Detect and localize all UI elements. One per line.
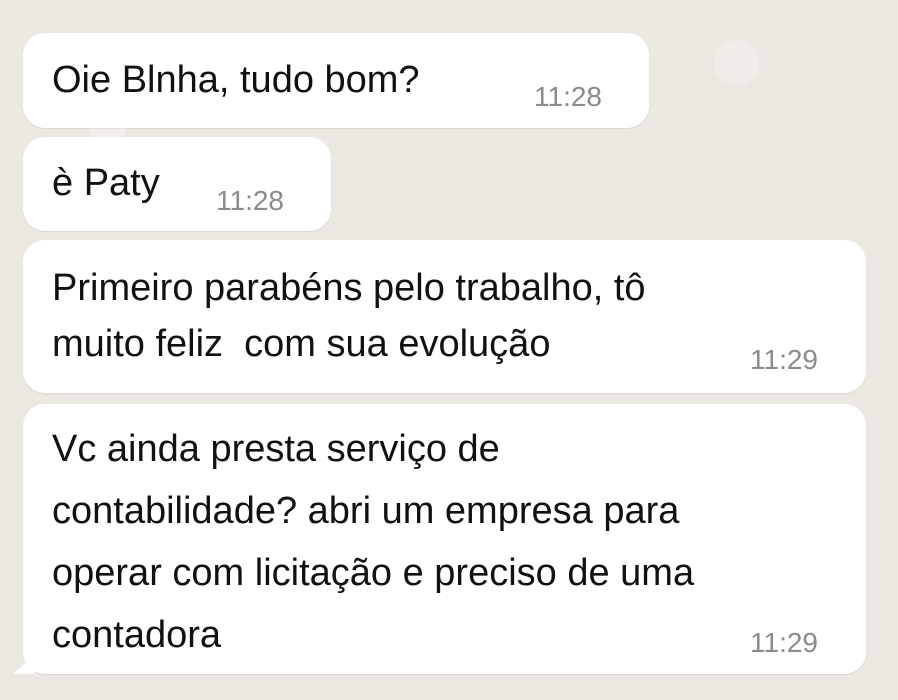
incoming-message-bubble[interactable]: Primeiro parabéns pelo trabalho, tô muit… <box>23 240 866 393</box>
incoming-message-bubble[interactable]: è Paty 11:28 <box>23 137 331 231</box>
message-time: 11:29 <box>750 344 818 375</box>
message-time: 11:29 <box>750 627 818 658</box>
message-text: Oie Blnha, tudo bom? <box>52 59 420 101</box>
message-time: 11:28 <box>216 185 284 216</box>
incoming-message-bubble[interactable]: Oie Blnha, tudo bom? 11:28 <box>23 33 649 128</box>
incoming-message-bubble[interactable]: Vc ainda presta serviço de contabilidade… <box>13 404 866 674</box>
message-text: è Paty <box>52 162 160 204</box>
message-text: Primeiro parabéns pelo trabalho, tô muit… <box>52 267 646 365</box>
message-time: 11:28 <box>534 81 602 112</box>
message-text: Vc ainda presta serviço de contabilidade… <box>52 428 695 656</box>
